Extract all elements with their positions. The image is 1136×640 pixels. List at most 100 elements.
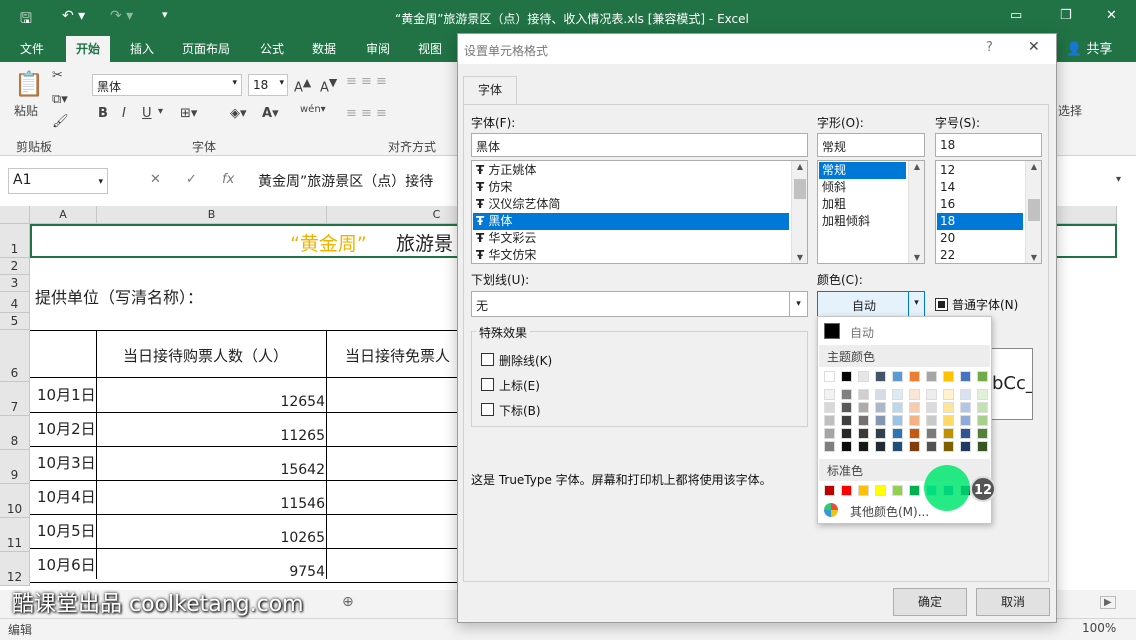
theme-color-swatch[interactable]	[824, 371, 835, 382]
font-style-list[interactable]: 常规 倾斜 加粗 加粗倾斜 ▲ ▼	[817, 160, 925, 264]
redo-icon[interactable]: ↷ ▾	[110, 8, 133, 24]
column-header-a[interactable]: A	[30, 206, 97, 224]
list-item[interactable]: 加粗倾斜	[819, 213, 906, 230]
superscript-checkbox[interactable]	[481, 378, 494, 391]
standard-color-swatch[interactable]	[824, 485, 835, 496]
theme-shade-swatch[interactable]	[926, 389, 937, 400]
font-style-input[interactable]: 常规	[817, 133, 925, 157]
value-cell[interactable]: 9754	[240, 564, 325, 580]
row-header[interactable]: 1	[0, 224, 30, 258]
tab-review[interactable]: 审阅	[366, 40, 390, 57]
theme-shade-swatch[interactable]	[977, 389, 988, 400]
row-header[interactable]: 9	[0, 450, 30, 484]
enter-icon[interactable]: ✓	[186, 172, 197, 187]
style-list-scrollbar[interactable]: ▲ ▼	[908, 161, 924, 263]
date-cell[interactable]: 10月3日	[37, 452, 96, 473]
ok-button[interactable]: 确定	[893, 588, 967, 616]
scroll-right-icon[interactable]: ▶	[1100, 596, 1116, 609]
theme-shade-swatch[interactable]	[858, 428, 869, 439]
help-icon[interactable]: ?	[986, 40, 993, 55]
close-window-icon[interactable]: ✕	[1106, 8, 1117, 23]
tab-data[interactable]: 数据	[312, 40, 336, 57]
row-header[interactable]: 4	[0, 292, 30, 313]
theme-shade-swatch[interactable]	[824, 389, 835, 400]
font-list[interactable]: Ŧ 方正姚体 Ŧ 仿宋 Ŧ 汉仪综艺体简 Ŧ 黑体 Ŧ 华文彩云 Ŧ 华文仿宋 ▲ ▼	[471, 160, 808, 264]
shrink-font-icon[interactable]: A▼	[320, 76, 337, 95]
new-sheet-icon[interactable]: ⊕	[342, 594, 354, 610]
row-header[interactable]: 6	[0, 330, 30, 382]
theme-shade-swatch[interactable]	[875, 441, 886, 452]
standard-color-swatch[interactable]	[909, 485, 920, 496]
list-item[interactable]: 22	[937, 247, 1023, 263]
tab-insert[interactable]: 插入	[130, 40, 154, 57]
theme-shade-swatch[interactable]	[875, 428, 886, 439]
row-header[interactable]: 3	[0, 275, 30, 292]
auto-color-swatch[interactable]	[824, 323, 840, 339]
save-icon[interactable]: 🖫	[20, 8, 32, 32]
tab-font[interactable]: 字体	[463, 76, 517, 105]
cancel-icon[interactable]: ✕	[150, 172, 161, 187]
format-painter-icon[interactable]: 🖌	[52, 114, 69, 129]
theme-shade-swatch[interactable]	[943, 441, 954, 452]
undo-icon[interactable]: ↶ ▾	[62, 8, 85, 24]
theme-shade-swatch[interactable]	[909, 389, 920, 400]
italic-button[interactable]: I	[122, 106, 126, 121]
theme-shade-swatch[interactable]	[943, 389, 954, 400]
cut-icon[interactable]: ✂	[52, 68, 63, 83]
theme-shade-swatch[interactable]	[892, 428, 903, 439]
standard-color-swatch[interactable]	[892, 485, 903, 496]
standard-color-swatch[interactable]	[841, 485, 852, 496]
underline-dropdown-icon[interactable]: ▾	[158, 106, 163, 117]
theme-shade-swatch[interactable]	[824, 441, 835, 452]
theme-shade-swatch[interactable]	[824, 428, 835, 439]
grow-font-icon[interactable]: A▲	[294, 76, 311, 95]
theme-shade-swatch[interactable]	[926, 415, 937, 426]
list-item[interactable]: Ŧ 黑体	[473, 213, 789, 230]
date-cell[interactable]: 10月5日	[37, 520, 96, 541]
theme-shade-swatch[interactable]	[875, 389, 886, 400]
row-header[interactable]: 11	[0, 518, 30, 552]
tab-view[interactable]: 视图	[418, 40, 442, 57]
list-item[interactable]: 常规	[819, 162, 906, 179]
standard-color-swatch[interactable]	[875, 485, 886, 496]
list-item[interactable]: Ŧ 华文彩云	[473, 230, 789, 247]
list-item[interactable]: 倾斜	[819, 179, 906, 196]
theme-shade-swatch[interactable]	[943, 402, 954, 413]
row-header[interactable]: 8	[0, 416, 30, 450]
theme-shade-swatch[interactable]	[841, 389, 852, 400]
row-header[interactable]: 2	[0, 258, 30, 275]
underline-button[interactable]: U	[142, 106, 152, 121]
theme-color-swatch[interactable]	[909, 371, 920, 382]
font-size-box[interactable]: 18 ▾	[248, 74, 288, 96]
theme-color-swatch[interactable]	[977, 371, 988, 382]
strikethrough-checkbox[interactable]	[481, 353, 494, 366]
theme-color-swatch[interactable]	[841, 371, 852, 382]
theme-shade-swatch[interactable]	[977, 428, 988, 439]
theme-shade-swatch[interactable]	[960, 402, 971, 413]
theme-shade-swatch[interactable]	[977, 415, 988, 426]
color-select[interactable]: 自动 ▾	[817, 291, 925, 317]
theme-color-swatch[interactable]	[960, 371, 971, 382]
theme-color-swatch[interactable]	[875, 371, 886, 382]
list-item[interactable]: 14	[937, 179, 1023, 196]
value-cell[interactable]: 15642	[240, 462, 325, 478]
theme-shade-swatch[interactable]	[875, 415, 886, 426]
font-list-scrollbar[interactable]: ▲ ▼	[791, 161, 807, 263]
theme-shade-swatch[interactable]	[926, 402, 937, 413]
expand-formula-icon[interactable]: ▾	[1116, 174, 1121, 185]
tab-page-layout[interactable]: 页面布局	[182, 40, 230, 57]
theme-shade-swatch[interactable]	[858, 441, 869, 452]
underline-select[interactable]: 无 ▾	[471, 291, 808, 317]
theme-shade-swatch[interactable]	[841, 402, 852, 413]
subscript-checkbox[interactable]	[481, 403, 494, 416]
name-box[interactable]: A1 ▾	[8, 168, 108, 194]
list-item[interactable]: 20	[937, 230, 1023, 247]
theme-shade-swatch[interactable]	[909, 428, 920, 439]
theme-shade-swatch[interactable]	[824, 415, 835, 426]
select-all-corner[interactable]	[0, 206, 30, 224]
theme-shade-swatch[interactable]	[841, 441, 852, 452]
theme-shade-swatch[interactable]	[960, 415, 971, 426]
font-size-list[interactable]: 12 14 16 18 20 22 ▲ ▼	[935, 160, 1042, 264]
list-item[interactable]: Ŧ 仿宋	[473, 179, 789, 196]
list-item[interactable]: 12	[937, 162, 1023, 179]
